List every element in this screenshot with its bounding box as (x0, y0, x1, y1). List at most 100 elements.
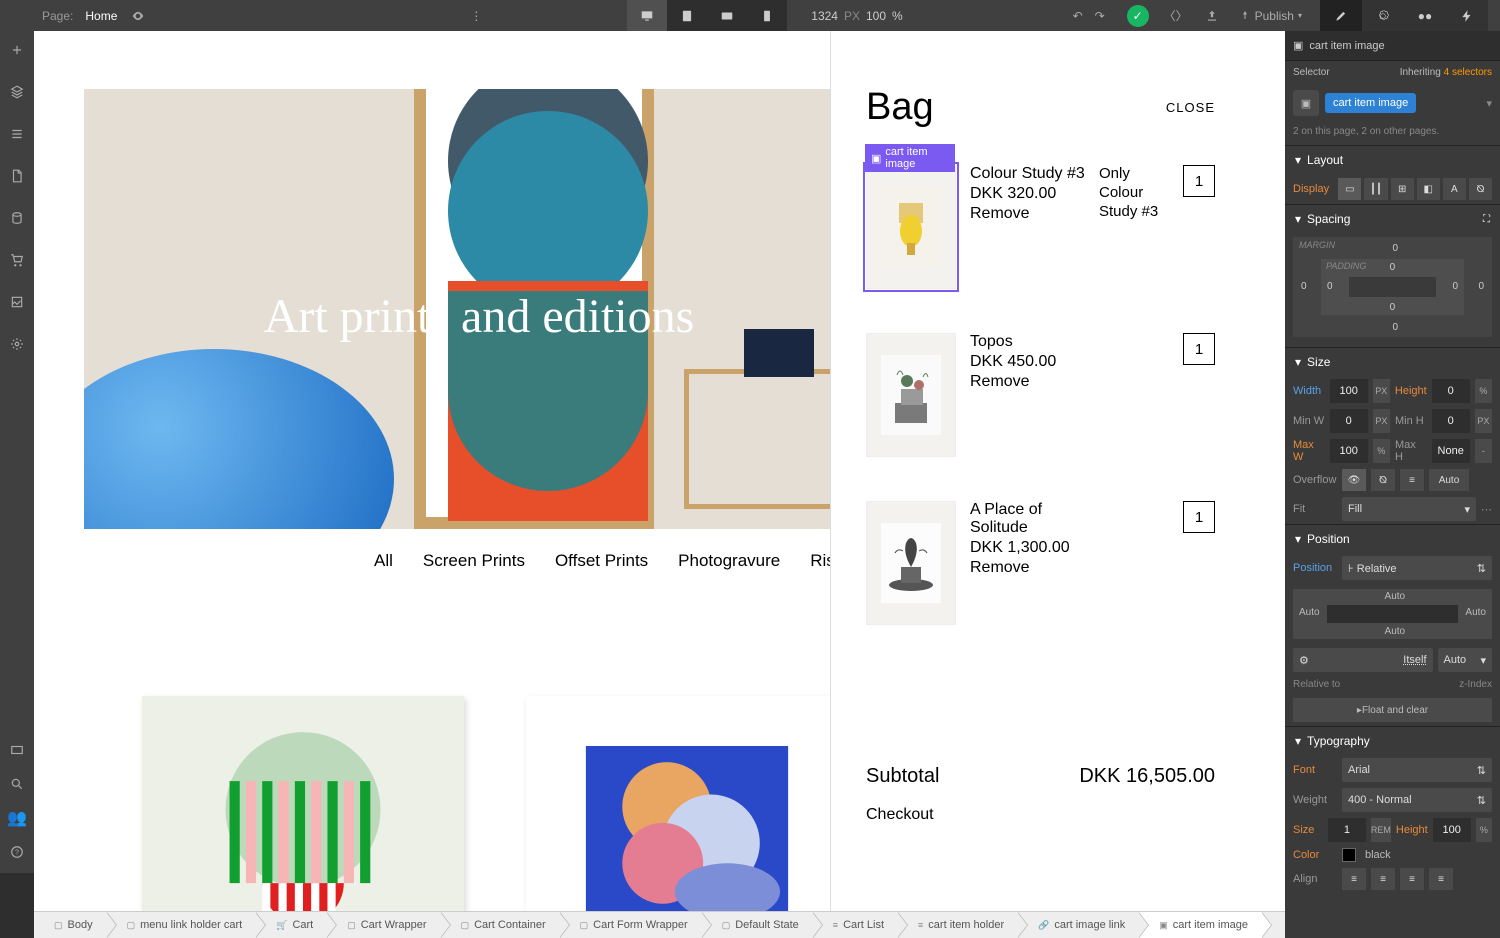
page-name[interactable]: Home (85, 9, 117, 23)
section-typography[interactable]: ▾ Typography (1285, 727, 1500, 755)
bc-item[interactable]: ≡Cart List (813, 912, 898, 938)
display-block-icon[interactable]: ▭ (1338, 178, 1361, 200)
zindex-label[interactable]: z-Index (1459, 679, 1492, 690)
interactions-tab-icon[interactable]: ●● (1404, 0, 1446, 31)
display-flex-icon[interactable]: ┃┃ (1364, 178, 1387, 200)
align-left-icon[interactable]: ≡ (1342, 868, 1366, 890)
weight-select[interactable]: 400 - Normal⇅ (1342, 788, 1492, 812)
position-itself[interactable]: ⚙ Itself (1293, 648, 1433, 672)
color-swatch[interactable] (1342, 848, 1356, 862)
bc-item[interactable]: ▢Cart Container (441, 912, 560, 938)
overflow-scroll-icon[interactable]: ≡ (1400, 469, 1424, 491)
bc-item[interactable]: ▢Cart Form Wrapper (560, 912, 702, 938)
element-selection-tag[interactable]: ▣ cart item image (865, 144, 955, 172)
selector-type-icon[interactable]: ▣ (1293, 90, 1319, 116)
cart-item-remove[interactable]: Remove (970, 373, 1085, 391)
lineheight-input[interactable] (1433, 818, 1471, 842)
nav-all[interactable]: All (374, 551, 393, 571)
position-select[interactable]: ⊦ Relative⇅ (1342, 556, 1492, 580)
device-mobile-icon[interactable] (747, 0, 787, 31)
cms-icon[interactable] (8, 209, 26, 227)
width-input[interactable] (1330, 379, 1368, 403)
effects-tab-icon[interactable] (1446, 0, 1488, 31)
align-justify-icon[interactable]: ≡ (1429, 868, 1453, 890)
navigator-icon[interactable] (8, 125, 26, 143)
style-tab-icon[interactable] (1320, 0, 1362, 31)
preview-icon[interactable] (129, 7, 147, 25)
align-right-icon[interactable]: ≡ (1400, 868, 1424, 890)
position-itself-auto[interactable]: Auto▾ (1438, 648, 1493, 672)
section-position[interactable]: ▾ Position (1285, 525, 1500, 553)
height-input[interactable] (1432, 379, 1470, 403)
more-icon[interactable]: ⋮ (467, 7, 485, 25)
chevron-down-icon[interactable]: ▾ (1486, 97, 1492, 110)
export-icon[interactable] (1203, 7, 1221, 25)
section-layout[interactable]: ▾ Layout (1285, 146, 1500, 174)
redo-icon[interactable]: ↷ (1091, 7, 1109, 25)
float-clear[interactable]: ▸ Float and clear (1293, 698, 1492, 722)
bc-item[interactable]: ▢Default State (702, 912, 813, 938)
search-icon[interactable] (8, 775, 26, 793)
product-thumb[interactable] (142, 696, 464, 911)
minw-input[interactable] (1330, 409, 1368, 433)
help-icon[interactable]: ? (8, 843, 26, 861)
add-icon[interactable] (8, 41, 26, 59)
cart-item-image[interactable] (866, 333, 956, 457)
spacing-box[interactable]: MARGIN 0 0 0 0 PADDING 0 0 0 0 (1293, 237, 1492, 337)
bc-item[interactable]: 🛒Cart (256, 912, 327, 938)
ecommerce-icon[interactable] (8, 251, 26, 269)
cart-item-remove[interactable]: Remove (970, 559, 1085, 577)
display-none-icon[interactable]: ⦰ (1469, 178, 1492, 200)
maxh-input[interactable] (1432, 439, 1470, 463)
cart-item-image[interactable] (866, 501, 956, 625)
bc-item[interactable]: ▢Cart Wrapper (327, 912, 440, 938)
bc-item[interactable]: ▢menu link holder cart (107, 912, 257, 938)
cart-close-button[interactable]: CLOSE (1166, 100, 1215, 115)
more-icon[interactable]: ⋯ (1481, 503, 1492, 516)
device-tablet-icon[interactable] (667, 0, 707, 31)
video-icon[interactable] (8, 741, 26, 759)
bc-item[interactable]: ≡cart item holder (898, 912, 1018, 938)
device-desktop-icon[interactable] (627, 0, 667, 31)
inheriting-count[interactable]: 4 selectors (1444, 67, 1492, 78)
cart-item-qty[interactable]: 1 (1183, 501, 1215, 533)
checkout-button[interactable]: Checkout (866, 806, 1215, 824)
bc-item[interactable]: 🔗cart image link (1018, 912, 1139, 938)
pages-icon[interactable] (8, 167, 26, 185)
minh-input[interactable] (1432, 409, 1470, 433)
maxw-input[interactable] (1330, 439, 1368, 463)
position-box[interactable]: Auto Auto Auto Auto (1293, 589, 1492, 639)
overflow-auto[interactable]: Auto (1429, 469, 1469, 491)
assets-icon[interactable] (8, 293, 26, 311)
cart-item-qty[interactable]: 1 (1183, 165, 1215, 197)
product-thumb[interactable] (526, 696, 848, 911)
overflow-visible-icon[interactable]: 👁 (1342, 469, 1366, 491)
publish-button[interactable]: Publish▾ (1239, 9, 1302, 23)
display-inline-icon[interactable]: A (1443, 178, 1466, 200)
nav-photo[interactable]: Photogravure (678, 551, 780, 571)
fit-select[interactable]: Fill▾ (1342, 497, 1476, 521)
cart-item-qty[interactable]: 1 (1183, 333, 1215, 365)
settings-tab-icon[interactable] (1362, 0, 1404, 31)
audit-icon[interactable]: 👥 (8, 809, 26, 827)
code-icon[interactable]: 〈〉 (1167, 7, 1185, 25)
bc-item[interactable]: ▢Body (34, 912, 107, 938)
align-center-icon[interactable]: ≡ (1371, 868, 1395, 890)
spacing-expand-icon[interactable]: ⛶ (1483, 214, 1490, 225)
cart-item-image[interactable]: ▣ cart item image (866, 165, 956, 289)
nav-offset[interactable]: Offset Prints (555, 551, 648, 571)
section-size[interactable]: ▾ Size (1285, 348, 1500, 376)
display-inlineblock-icon[interactable]: ◧ (1417, 178, 1440, 200)
status-check-icon[interactable]: ✓ (1127, 5, 1149, 27)
selector-tag[interactable]: cart item image (1325, 93, 1416, 113)
cart-item-remove[interactable]: Remove (970, 205, 1085, 223)
symbols-icon[interactable] (8, 83, 26, 101)
font-select[interactable]: Arial⇅ (1342, 758, 1492, 782)
section-spacing[interactable]: ▾ Spacing⛶ (1285, 205, 1500, 233)
overflow-hidden-icon[interactable]: ⦰ (1371, 469, 1395, 491)
device-tablet-landscape-icon[interactable] (707, 0, 747, 31)
display-grid-icon[interactable]: ⊞ (1391, 178, 1414, 200)
settings-icon[interactable] (8, 335, 26, 353)
undo-icon[interactable]: ↶ (1069, 7, 1087, 25)
bc-item[interactable]: ▣cart item image (1139, 912, 1262, 938)
